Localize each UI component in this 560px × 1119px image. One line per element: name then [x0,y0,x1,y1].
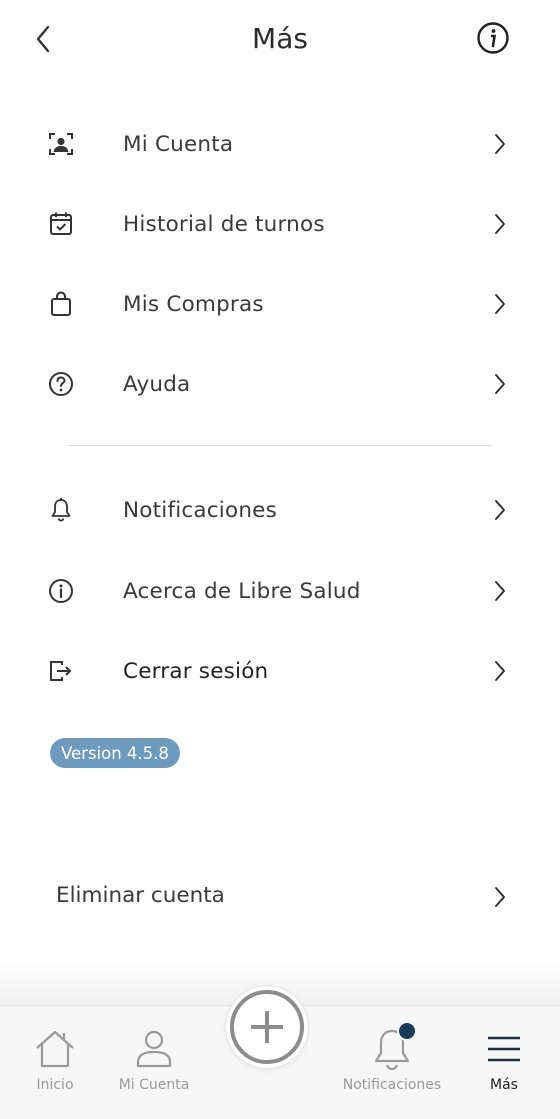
chevron-right-icon [495,294,505,314]
hamburger-menu-icon [481,1026,527,1072]
chevron-right-icon [495,581,505,601]
delete-account-item[interactable]: Eliminar cuenta [0,866,560,928]
section-divider [68,445,491,446]
tab-label: Más [490,1077,518,1093]
menu-item-notificaciones[interactable]: Notificaciones [0,478,560,542]
delete-account-label: Eliminar cuenta [56,883,225,908]
add-button[interactable] [226,986,308,1068]
tab-label: Notificaciones [342,1077,442,1093]
info-circle-icon [477,22,509,54]
tab-label: Inicio [36,1077,74,1093]
info-button[interactable] [476,21,510,55]
menu-item-acerca-de-libre-salud[interactable]: Acerca de Libre Salud [0,559,560,623]
chevron-right-icon [495,887,505,907]
tab-notificaciones[interactable]: Notificaciones [342,1006,442,1106]
chevron-right-icon [495,374,505,394]
chevron-right-icon [495,214,505,234]
tab-mas[interactable]: Más [474,1006,534,1106]
menu-item-ayuda[interactable]: Ayuda [0,352,560,416]
menu-item-cerrar-sesion[interactable]: Cerrar sesión [0,639,560,703]
user-icon [131,1026,177,1072]
chevron-right-icon [495,134,505,154]
chevron-right-icon [495,661,505,681]
menu-item-label: Acerca de Libre Salud [123,578,361,604]
menu-item-label: Mis Compras [123,291,264,317]
menu-item-historial-de-turnos[interactable]: Historial de turnos [0,192,560,256]
bell-icon [47,496,75,524]
shopping-bag-icon [47,290,75,318]
menu-item-mi-cuenta[interactable]: Mi Cuenta [0,112,560,176]
notification-dot [397,1021,417,1041]
logout-icon [47,657,75,685]
help-circle-icon [47,370,75,398]
tab-label: Mi Cuenta [118,1077,190,1093]
bell-icon [369,1021,417,1072]
menu-item-label: Historial de turnos [123,211,325,237]
menu-item-label: Mi Cuenta [123,131,234,157]
plus-icon [230,990,304,1064]
menu-item-label: Notificaciones [123,497,277,523]
chevron-right-icon [495,500,505,520]
tab-mi-cuenta[interactable]: Mi Cuenta [114,1006,194,1106]
home-icon [32,1026,78,1072]
version-badge: Version 4.5.8 [50,738,180,768]
menu-item-mis-compras[interactable]: Mis Compras [0,272,560,336]
info-circle-icon [47,577,75,605]
menu-item-label: Ayuda [123,371,191,397]
tab-inicio[interactable]: Inicio [20,1006,90,1106]
user-card-icon [47,130,75,158]
header: Más [0,0,560,80]
calendar-check-icon [47,210,75,238]
menu-item-label: Cerrar sesión [123,658,269,684]
